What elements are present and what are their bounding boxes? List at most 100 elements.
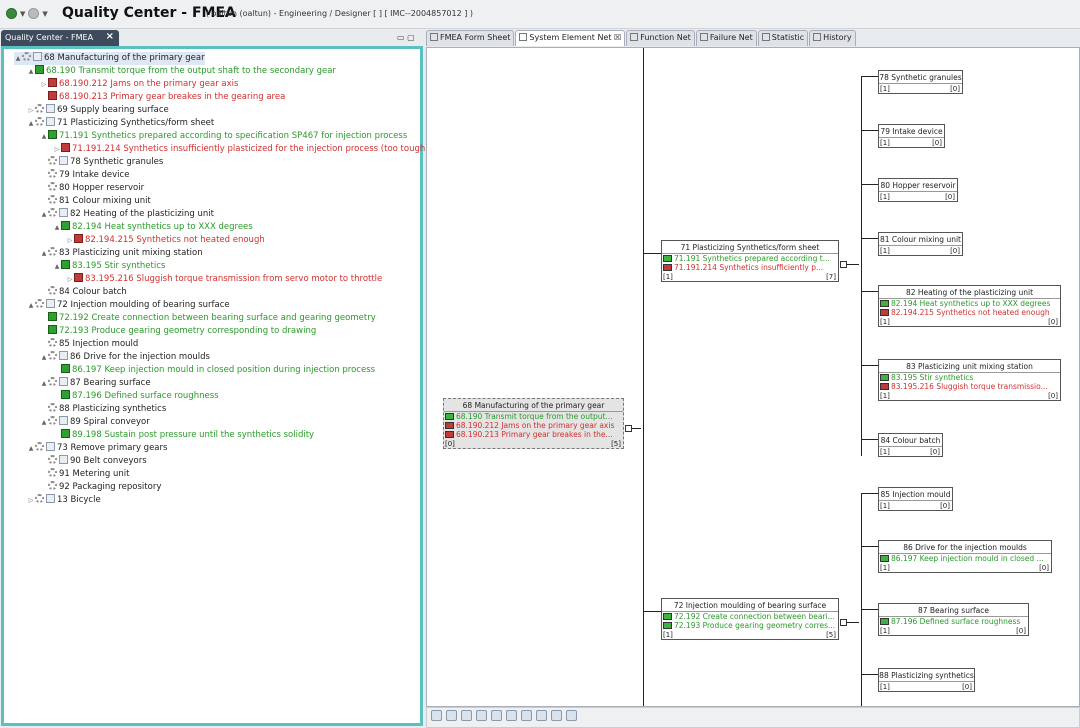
globe-icon[interactable] [6, 8, 17, 19]
chevron-down-icon[interactable]: ▼ [20, 10, 25, 18]
tree-node[interactable]: ▲ 71 Plasticizing Synthetics/form sheet [27, 117, 214, 130]
tree-node[interactable]: ▲ 72 Injection moulding of bearing surfac… [27, 299, 230, 312]
expand-toggle-icon[interactable]: ▲ [27, 117, 35, 130]
document-icon[interactable] [566, 710, 577, 721]
tree-node[interactable]: ▲ 87 Bearing surface [40, 377, 151, 390]
tab-quality-center[interactable]: Quality Center - FMEA × [1, 30, 119, 46]
net-node-b80[interactable]: 80 Hopper reservoir [1] [0] [878, 178, 958, 202]
editor-panel: FMEA Form Sheet System Element Net ☒ Funct… [426, 30, 1080, 728]
toolbar-icons[interactable]: ▼ ▼ [6, 8, 48, 19]
tree-node[interactable]: ▲ 68.190 Transmit torque from the output … [27, 65, 336, 78]
tree-node[interactable]: 68.190.213 Primary gear breakes in the g… [40, 91, 285, 104]
settings-icon[interactable] [28, 8, 40, 19]
system-element-net-canvas[interactable]: 68 Manufacturing of the primary gear 68.1… [426, 47, 1080, 707]
expand-toggle-icon[interactable]: ▷ [66, 234, 74, 247]
export-icon[interactable] [551, 710, 562, 721]
fit-icon[interactable] [446, 710, 457, 721]
net-node-b82[interactable]: 82 Heating of the plasticizing unit 82.19… [878, 285, 1061, 327]
tree-node[interactable]: 90 Belt conveyors [40, 455, 147, 468]
tree-node[interactable]: ▲ 73 Remove primary gears [27, 442, 167, 455]
zoom-in-icon[interactable] [491, 710, 502, 721]
tree-node[interactable]: ▷ 68.190.212 Jams on the primary gear axi… [40, 78, 238, 91]
tree-node[interactable]: 81 Colour mixing unit [40, 195, 151, 208]
tree-node[interactable]: ▲ 83 Plasticizing unit mixing station [40, 247, 203, 260]
panel-controls[interactable]: ▭ ▢ [397, 33, 415, 42]
collapse-connector[interactable] [840, 261, 847, 268]
zoom-box-icon[interactable] [476, 710, 487, 721]
net-node-b83[interactable]: 83 Plasticizing unit mixing station 83.19… [878, 359, 1061, 401]
tab-history[interactable]: History [809, 30, 856, 46]
tab-statistic[interactable]: Statistic [757, 30, 809, 46]
tree-node[interactable]: ▷ 13 Bicycle [27, 494, 101, 507]
net-node-b87[interactable]: 87 Bearing surface 87.196 Defined surface… [878, 603, 1029, 636]
tree-node[interactable]: ▲ 89 Spiral conveyor [40, 416, 150, 429]
tree-node[interactable]: 91 Metering unit [40, 468, 129, 481]
tree-node[interactable]: ▲ 71.191 Synthetics prepared according to… [40, 130, 407, 143]
tree-node[interactable]: 72.193 Produce gearing geometry correspo… [40, 325, 316, 338]
expand-toggle-icon[interactable]: ▲ [40, 351, 48, 364]
expand-toggle-icon[interactable]: ▷ [40, 78, 48, 91]
tab-system-element-net[interactable]: System Element Net ☒ [515, 30, 626, 46]
expand-toggle-icon[interactable]: ▷ [53, 143, 61, 156]
tree-node[interactable]: ▲ 83.195 Stir synthetics [53, 260, 165, 273]
chevron-down-icon[interactable]: ▼ [42, 10, 47, 18]
tree-node[interactable]: 85 Injection mould [40, 338, 138, 351]
layout-icon[interactable] [521, 710, 532, 721]
tree-node[interactable]: 78 Synthetic granules [40, 156, 163, 169]
net-node-b72[interactable]: 72 Injection moulding of bearing surface… [661, 598, 839, 640]
tab-failure-net[interactable]: Failure Net [695, 30, 757, 46]
tree-node[interactable]: 80 Hopper reservoir [40, 182, 144, 195]
tree-node[interactable]: ▷ 82.194.215 Synthetics not heated enough [66, 234, 265, 247]
expand-toggle-icon[interactable]: ▲ [27, 65, 35, 78]
expand-toggle-icon[interactable]: ▲ [40, 416, 48, 429]
tree-node[interactable]: ▷ 71.191.214 Synthetics insufficiently pl… [53, 143, 429, 156]
tree-node[interactable]: 89.198 Sustain post pressure until the s… [53, 429, 314, 442]
globe-icon[interactable] [431, 710, 442, 721]
expand-toggle-icon[interactable]: ▲ [40, 130, 48, 143]
collapse-connector[interactable] [625, 425, 632, 432]
expand-toggle-icon[interactable]: ▷ [66, 273, 74, 286]
net-node-b85[interactable]: 85 Injection mould [1] [0] [878, 487, 953, 511]
expand-toggle-icon[interactable]: ▲ [27, 299, 35, 312]
expand-toggle-icon[interactable]: ▲ [40, 208, 48, 221]
tree-node[interactable]: ▲ 86 Drive for the injection moulds [40, 351, 210, 364]
zoom-fit-icon[interactable] [461, 710, 472, 721]
net-node-b84[interactable]: 84 Colour batch [1] [0] [878, 433, 943, 457]
zoom-out-icon[interactable] [506, 710, 517, 721]
tree-node[interactable]: ▷ 69 Supply bearing surface [27, 104, 169, 117]
collapse-connector[interactable] [840, 619, 847, 626]
tree-node[interactable]: ▲ 68 Manufacturing of the primary gear [14, 52, 205, 65]
tree-node[interactable]: 84 Colour batch [40, 286, 127, 299]
tree-node[interactable]: 86.197 Keep injection mould in closed po… [53, 364, 375, 377]
close-icon[interactable]: × [106, 31, 114, 42]
tab-function-net[interactable]: Function Net [626, 30, 695, 46]
expand-toggle-icon[interactable]: ▲ [53, 260, 61, 273]
editor-tabs: FMEA Form Sheet System Element Net ☒ Funct… [426, 30, 1080, 46]
form-icon [46, 442, 55, 451]
tree-node[interactable]: ▷ 83.195.216 Sluggish torque transmission… [66, 273, 382, 286]
net-node-b86[interactable]: 86 Drive for the injection moulds 86.197 … [878, 540, 1052, 573]
tree-node[interactable]: 72.192 Create connection between bearing… [40, 312, 376, 325]
tree-node[interactable]: 92 Packaging repository [40, 481, 161, 494]
tree-node[interactable]: 88 Plasticizing synthetics [40, 403, 166, 416]
net-node-b78[interactable]: 78 Synthetic granules [1] [0] [878, 70, 963, 94]
tree-view[interactable]: ▲ 68 Manufacturing of the primary gear ▲ 68… [1, 46, 429, 726]
net-node-b79[interactable]: 79 Intake device [1] [0] [878, 124, 945, 148]
tree-node[interactable]: ▲ 82 Heating of the plasticizing unit [40, 208, 214, 221]
net-node-root[interactable]: 68 Manufacturing of the primary gear 68.1… [443, 398, 624, 449]
pdf-icon[interactable] [536, 710, 547, 721]
tree-node[interactable]: ▲ 82.194 Heat synthetics up to XXX degree… [53, 221, 253, 234]
expand-toggle-icon[interactable]: ▷ [27, 104, 35, 117]
net-node-b71[interactable]: 71 Plasticizing Synthetics/form sheet 71.… [661, 240, 839, 282]
expand-toggle-icon[interactable]: ▲ [40, 247, 48, 260]
tab-fmea-form-sheet[interactable]: FMEA Form Sheet [426, 30, 515, 46]
tree-node[interactable]: 87.196 Defined surface roughness [53, 390, 219, 403]
expand-toggle-icon[interactable]: ▲ [40, 377, 48, 390]
expand-toggle-icon[interactable]: ▲ [14, 52, 22, 65]
expand-toggle-icon[interactable]: ▲ [27, 442, 35, 455]
tree-node[interactable]: 79 Intake device [40, 169, 129, 182]
expand-toggle-icon[interactable]: ▲ [53, 221, 61, 234]
net-node-b81[interactable]: 81 Colour mixing unit [1] [0] [878, 232, 963, 256]
expand-toggle-icon[interactable]: ▷ [27, 494, 35, 507]
net-node-b88[interactable]: 88 Plasticizing synthetics [1] [0] [878, 668, 975, 692]
